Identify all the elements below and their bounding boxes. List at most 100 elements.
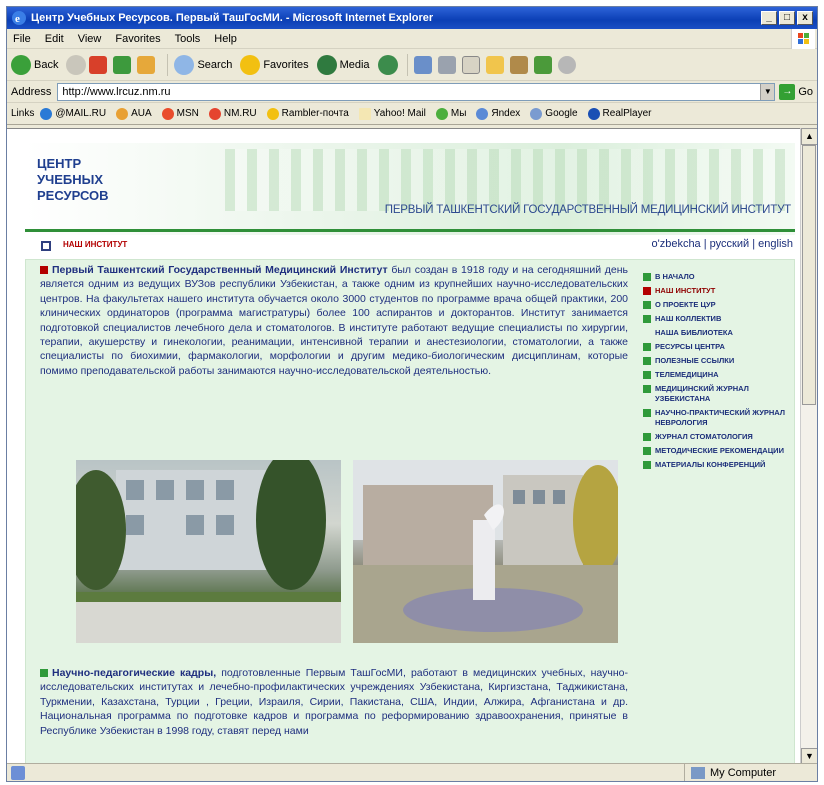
sidenav-item-conferences[interactable]: МАТЕРИАЛЫ КОНФЕРЕНЦИЙ bbox=[643, 460, 793, 470]
home-icon[interactable] bbox=[137, 55, 156, 74]
sidenav-item-dentistry-journal[interactable]: ЖУРНАЛ СТОМАТОЛОГИЯ bbox=[643, 432, 793, 442]
sidenav-item-project[interactable]: О ПРОЕКТЕ ЦУР bbox=[643, 300, 793, 310]
page-loaded-icon bbox=[11, 765, 25, 780]
lang-english-link[interactable]: english bbox=[758, 238, 793, 250]
menu-help[interactable]: Help bbox=[214, 33, 237, 45]
link-realplayer[interactable]: RealPlayer bbox=[587, 107, 651, 120]
print-icon[interactable] bbox=[437, 55, 456, 74]
breadcrumb[interactable]: НАШ ИНСТИТУТ bbox=[63, 240, 127, 249]
checkmark-icon bbox=[435, 107, 448, 120]
sidenav-item-library[interactable]: НАША БИБЛИОТЕКА bbox=[643, 328, 793, 338]
maximize-button[interactable]: □ bbox=[779, 11, 795, 25]
menu-file[interactable]: File bbox=[13, 33, 31, 45]
link-msn[interactable]: MSN bbox=[161, 107, 199, 120]
go-arrow-icon: → bbox=[779, 83, 796, 100]
menu-view[interactable]: View bbox=[78, 33, 102, 45]
menu-tools[interactable]: Tools bbox=[175, 33, 201, 45]
sidenav-label: НАШ ИНСТИТУТ bbox=[655, 286, 716, 295]
intro-heading: Первый Ташкентский Государственный Медиц… bbox=[52, 264, 388, 276]
scroll-up-icon[interactable]: ▲ bbox=[801, 128, 817, 145]
sidenav-item-resources[interactable]: РЕСУРСЫ ЦЕНТРА bbox=[643, 342, 793, 352]
search-icon bbox=[174, 54, 195, 75]
refresh-icon[interactable] bbox=[113, 55, 132, 74]
green-bullet-icon bbox=[643, 461, 651, 469]
link-aua[interactable]: AUA bbox=[116, 107, 152, 120]
link-label: Яndex bbox=[491, 108, 521, 119]
minimize-button[interactable]: _ bbox=[761, 11, 777, 25]
link-mailru[interactable]: @MAIL.RU bbox=[40, 107, 106, 120]
link-yahoo[interactable]: Yahoo! Mail bbox=[358, 107, 426, 120]
link-yandex[interactable]: Яndex bbox=[476, 107, 521, 120]
search-button[interactable]: Search bbox=[174, 54, 233, 75]
lang-uzbek-link[interactable]: o'zbekcha bbox=[651, 238, 700, 250]
scrollbar-thumb[interactable] bbox=[802, 145, 816, 405]
back-arrow-icon bbox=[11, 54, 31, 75]
go-label: Go bbox=[798, 85, 813, 98]
header-divider bbox=[25, 229, 795, 232]
links-label: Links bbox=[11, 108, 35, 119]
title-bar[interactable]: e Центр Учебных Ресурсов. Первый ТашГосМ… bbox=[7, 7, 817, 29]
logo-line-1[interactable]: ЦЕНТР bbox=[37, 156, 81, 171]
address-input[interactable]: http://www.lrcuz.nm.ru ▼ bbox=[57, 82, 776, 101]
mailru-icon bbox=[40, 107, 53, 120]
folder-icon[interactable] bbox=[485, 55, 504, 74]
link-label: Rambler-почта bbox=[281, 108, 349, 119]
close-button[interactable]: x bbox=[797, 11, 813, 25]
search-label: Search bbox=[197, 58, 233, 71]
window-title: Центр Учебных Ресурсов. Первый ТашГосМИ.… bbox=[31, 12, 434, 24]
messenger-icon[interactable] bbox=[533, 55, 552, 74]
green-bullet-icon bbox=[643, 371, 651, 379]
aua-icon bbox=[116, 107, 129, 120]
web-page: ЦЕНТР УЧЕБНЫХ РЕСУРСОВ ПЕРВЫЙ ТАШКЕНТСКИ… bbox=[17, 129, 800, 765]
staff-paragraph: Научно-педагогические кадры, подготовлен… bbox=[40, 666, 628, 738]
media-button[interactable]: Media bbox=[316, 54, 370, 75]
rambler-icon bbox=[266, 107, 279, 120]
standard-toolbar: Back Search Favorites Media bbox=[7, 49, 817, 81]
forward-arrow-icon[interactable] bbox=[66, 54, 87, 75]
address-label: Address bbox=[11, 85, 52, 98]
back-button[interactable]: Back bbox=[11, 54, 58, 75]
intro-text: был создан в 1918 году и на сегодняшний … bbox=[40, 264, 628, 377]
menu-edit[interactable]: Edit bbox=[45, 33, 64, 45]
edit-icon[interactable] bbox=[461, 55, 480, 74]
sidenav-item-institute[interactable]: НАШ ИНСТИТУТ bbox=[643, 286, 793, 296]
link-my[interactable]: Мы bbox=[435, 107, 466, 120]
link-rambler[interactable]: Rambler-почта bbox=[266, 107, 349, 120]
menu-favorites[interactable]: Favorites bbox=[115, 33, 160, 45]
nmru-icon bbox=[208, 107, 221, 120]
favorites-button[interactable]: Favorites bbox=[240, 54, 309, 75]
sidenav-item-team[interactable]: НАШ КОЛЛЕКТИВ bbox=[643, 314, 793, 324]
page-viewport[interactable]: ЦЕНТР УЧЕБНЫХ РЕСУРСОВ ПЕРВЫЙ ТАШКЕНТСКИ… bbox=[7, 128, 802, 765]
yandex-icon bbox=[476, 107, 489, 120]
star-icon bbox=[240, 54, 261, 75]
chevron-down-icon[interactable]: ▼ bbox=[760, 83, 775, 100]
link-nmru[interactable]: NM.RU bbox=[208, 107, 257, 120]
green-bullet-icon bbox=[643, 385, 651, 393]
stop-icon[interactable] bbox=[89, 55, 108, 74]
lang-russian-link[interactable]: русский bbox=[710, 238, 749, 250]
link-label: AUA bbox=[131, 108, 152, 119]
favorites-label: Favorites bbox=[263, 58, 309, 71]
mail-icon[interactable] bbox=[413, 55, 432, 74]
vertical-scrollbar[interactable]: ▲ ▼ bbox=[800, 128, 817, 765]
intro-paragraph: Первый Ташкентский Государственный Медиц… bbox=[40, 263, 628, 378]
sidenav-item-medical-journal[interactable]: МЕДИЦИНСКИЙ ЖУРНАЛ УЗБЕКИСТАНА bbox=[643, 384, 793, 404]
research-icon[interactable] bbox=[509, 55, 528, 74]
history-icon[interactable] bbox=[377, 54, 398, 75]
red-bullet-icon bbox=[40, 266, 48, 275]
sidenav-item-neurology-journal[interactable]: НАУЧНО-ПРАКТИЧЕСКИЙ ЖУРНАЛ НЕВРОЛОГИЯ bbox=[643, 408, 793, 428]
link-label: NM.RU bbox=[223, 108, 257, 119]
ie-logo-icon: e bbox=[12, 11, 26, 25]
sidenav-item-home[interactable]: В НАЧАЛО bbox=[643, 272, 793, 282]
sidenav-item-telemedicine[interactable]: ТЕЛЕМЕДИЦИНА bbox=[643, 370, 793, 380]
go-button[interactable]: → Go bbox=[779, 83, 813, 100]
sidenav-label: МАТЕРИАЛЫ КОНФЕРЕНЦИЙ bbox=[655, 460, 766, 469]
msn-icon bbox=[161, 107, 174, 120]
sidenav-item-links[interactable]: ПОЛЕЗНЫЕ ССЫЛКИ bbox=[643, 356, 793, 366]
header-decoration bbox=[225, 149, 785, 211]
link-google[interactable]: Google bbox=[530, 107, 578, 120]
logo-line-3[interactable]: РЕСУРСОВ bbox=[37, 188, 109, 203]
logo-line-2[interactable]: УЧЕБНЫХ bbox=[37, 172, 103, 187]
sidenav-item-guidelines[interactable]: МЕТОДИЧЕСКИЕ РЕКОМЕНДАЦИИ bbox=[643, 446, 793, 456]
discuss-icon[interactable] bbox=[557, 55, 576, 74]
